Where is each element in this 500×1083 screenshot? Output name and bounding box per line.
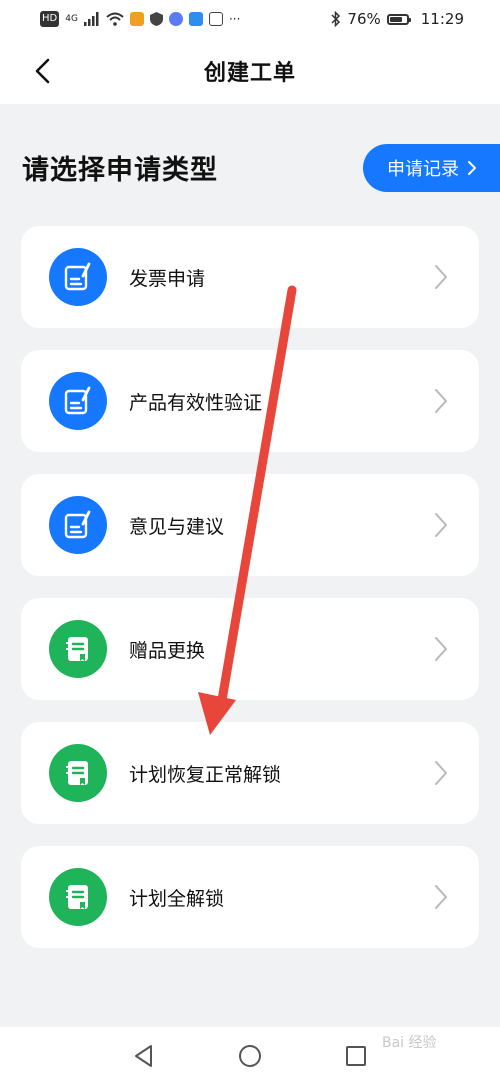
battery-percent: 76% — [347, 10, 381, 28]
note-edit-icon — [64, 262, 91, 291]
home-circle-icon[interactable] — [237, 1043, 263, 1069]
chevron-right-icon — [435, 265, 447, 289]
item-icon-badge — [49, 620, 107, 678]
more-icon: ··· — [228, 12, 241, 26]
battery-level-fill — [389, 16, 402, 22]
list-item[interactable]: 产品有效性验证 — [21, 350, 479, 452]
hand-icon — [208, 12, 223, 26]
section-title: 请选择申请类型 — [22, 155, 218, 186]
app-icon — [129, 12, 144, 26]
chevron-right-icon — [435, 513, 447, 537]
list-item[interactable]: 计划全解锁 — [21, 846, 479, 948]
list-item[interactable]: 意见与建议 — [21, 474, 479, 576]
item-icon-badge — [49, 496, 107, 554]
list-item[interactable]: 计划恢复正常解锁 — [21, 722, 479, 824]
note-edit-icon — [64, 510, 91, 539]
network-label: 4G — [65, 14, 78, 24]
recents-square-icon[interactable] — [343, 1043, 369, 1069]
battery-icon — [386, 13, 411, 25]
cloud-icon — [188, 12, 203, 26]
item-icon-badge — [49, 744, 107, 802]
bluetooth-icon — [331, 11, 341, 27]
chevron-left-icon — [35, 58, 50, 84]
item-label: 赠品更换 — [129, 639, 206, 662]
chevron-right-icon — [435, 389, 447, 413]
chevron-right-icon — [435, 761, 447, 785]
item-icon-badge — [49, 868, 107, 926]
notebook-icon — [66, 637, 88, 661]
clock: 11:29 — [420, 10, 464, 28]
chevron-right-icon — [435, 637, 447, 661]
application-record-label: 申请记录 — [387, 159, 459, 180]
status-left-icons: HD 4G ··· — [40, 11, 240, 27]
status-bar: HD 4G ··· 76% 11:29 — [0, 0, 500, 38]
list-item[interactable]: 赠品更换 — [21, 598, 479, 700]
notebook-icon — [66, 761, 88, 785]
item-icon-badge — [49, 372, 107, 430]
notebook-icon — [66, 885, 88, 909]
wifi-icon — [106, 12, 124, 26]
item-icon-badge — [49, 248, 107, 306]
item-label: 计划全解锁 — [129, 887, 225, 910]
item-label: 计划恢复正常解锁 — [129, 763, 282, 786]
chevron-right-icon — [435, 885, 447, 909]
chevron-right-icon — [468, 161, 476, 175]
hd-icon: HD — [40, 11, 60, 27]
item-label: 产品有效性验证 — [129, 391, 263, 414]
item-label: 发票申请 — [129, 267, 206, 290]
watermark: Bai 经验 — [382, 1035, 437, 1051]
item-label: 意见与建议 — [129, 515, 225, 538]
status-right: 76% 11:29 — [331, 10, 464, 28]
page-title: 创建工单 — [203, 61, 296, 86]
music-icon — [168, 12, 183, 26]
back-triangle-icon[interactable] — [131, 1043, 157, 1069]
signal-icon — [83, 12, 99, 26]
back-button[interactable] — [24, 51, 60, 91]
shield-icon — [149, 12, 163, 26]
note-edit-icon — [64, 386, 91, 415]
list-item[interactable]: 发票申请 — [21, 226, 479, 328]
application-type-list: 发票申请 产品有效性验证 意见与建议 赠品更换 计划恢复正常解锁 计划全解锁 — [21, 226, 479, 970]
application-record-button[interactable]: 申请记录 — [363, 144, 500, 192]
navigation-bar: 创建工单 — [0, 38, 500, 104]
